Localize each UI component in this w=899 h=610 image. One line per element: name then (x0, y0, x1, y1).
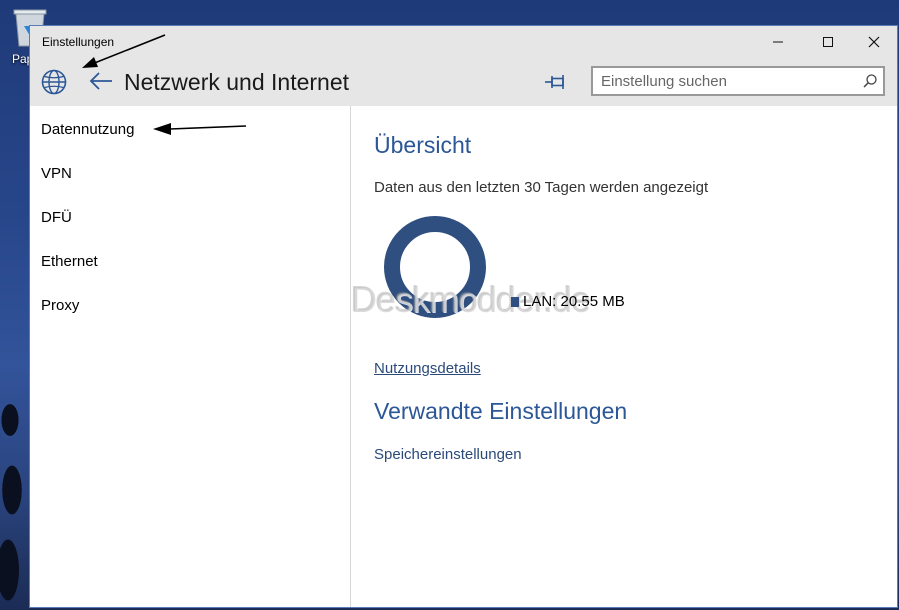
title-bar[interactable]: Einstellungen (30, 26, 897, 58)
legend-label-lan: LAN: 20.55 MB (523, 293, 625, 310)
maximize-button[interactable] (805, 26, 851, 58)
sidebar-item-proxy[interactable]: Proxy (41, 297, 79, 314)
settings-header: Netzwerk und Internet (30, 58, 897, 106)
close-button[interactable] (851, 26, 897, 58)
usage-legend: LAN: 20.55 MB (511, 293, 625, 310)
main-content: Übersicht Daten aus den letzten 30 Tagen… (351, 106, 897, 607)
minimize-button[interactable] (755, 26, 801, 58)
globe-icon (41, 69, 67, 95)
sidebar-item-dfu[interactable]: DFÜ (41, 209, 72, 226)
pin-icon[interactable] (544, 72, 568, 92)
page-title: Netzwerk und Internet (124, 69, 350, 95)
period-text: Daten aus den letzten 30 Tagen werden an… (374, 179, 709, 196)
related-settings-heading: Verwandte Einstellungen (374, 398, 628, 424)
window-title: Einstellungen (42, 35, 115, 49)
usage-details-link[interactable]: Nutzungsdetails (374, 360, 481, 377)
minimize-icon (773, 41, 783, 43)
overview-heading: Übersicht (374, 132, 472, 158)
settings-window: Einstellungen Netzwerk und Internet Eins… (29, 25, 898, 608)
search-icon[interactable] (863, 74, 877, 88)
sidebar-item-vpn[interactable]: VPN (41, 165, 72, 182)
desktop-background-trees (0, 380, 30, 610)
close-icon (868, 36, 880, 48)
sidebar-item-datennutzung[interactable]: Datennutzung (41, 121, 134, 138)
search-input[interactable] (593, 68, 851, 94)
sidebar-item-ethernet[interactable]: Ethernet (41, 253, 98, 270)
back-arrow-icon[interactable] (88, 70, 114, 92)
storage-settings-link[interactable]: Speichereinstellungen (374, 446, 522, 463)
sidebar: Datennutzung VPN DFÜ Ethernet Proxy (30, 106, 351, 607)
maximize-icon (823, 37, 833, 47)
search-box[interactable] (591, 66, 885, 96)
legend-swatch (511, 296, 519, 307)
